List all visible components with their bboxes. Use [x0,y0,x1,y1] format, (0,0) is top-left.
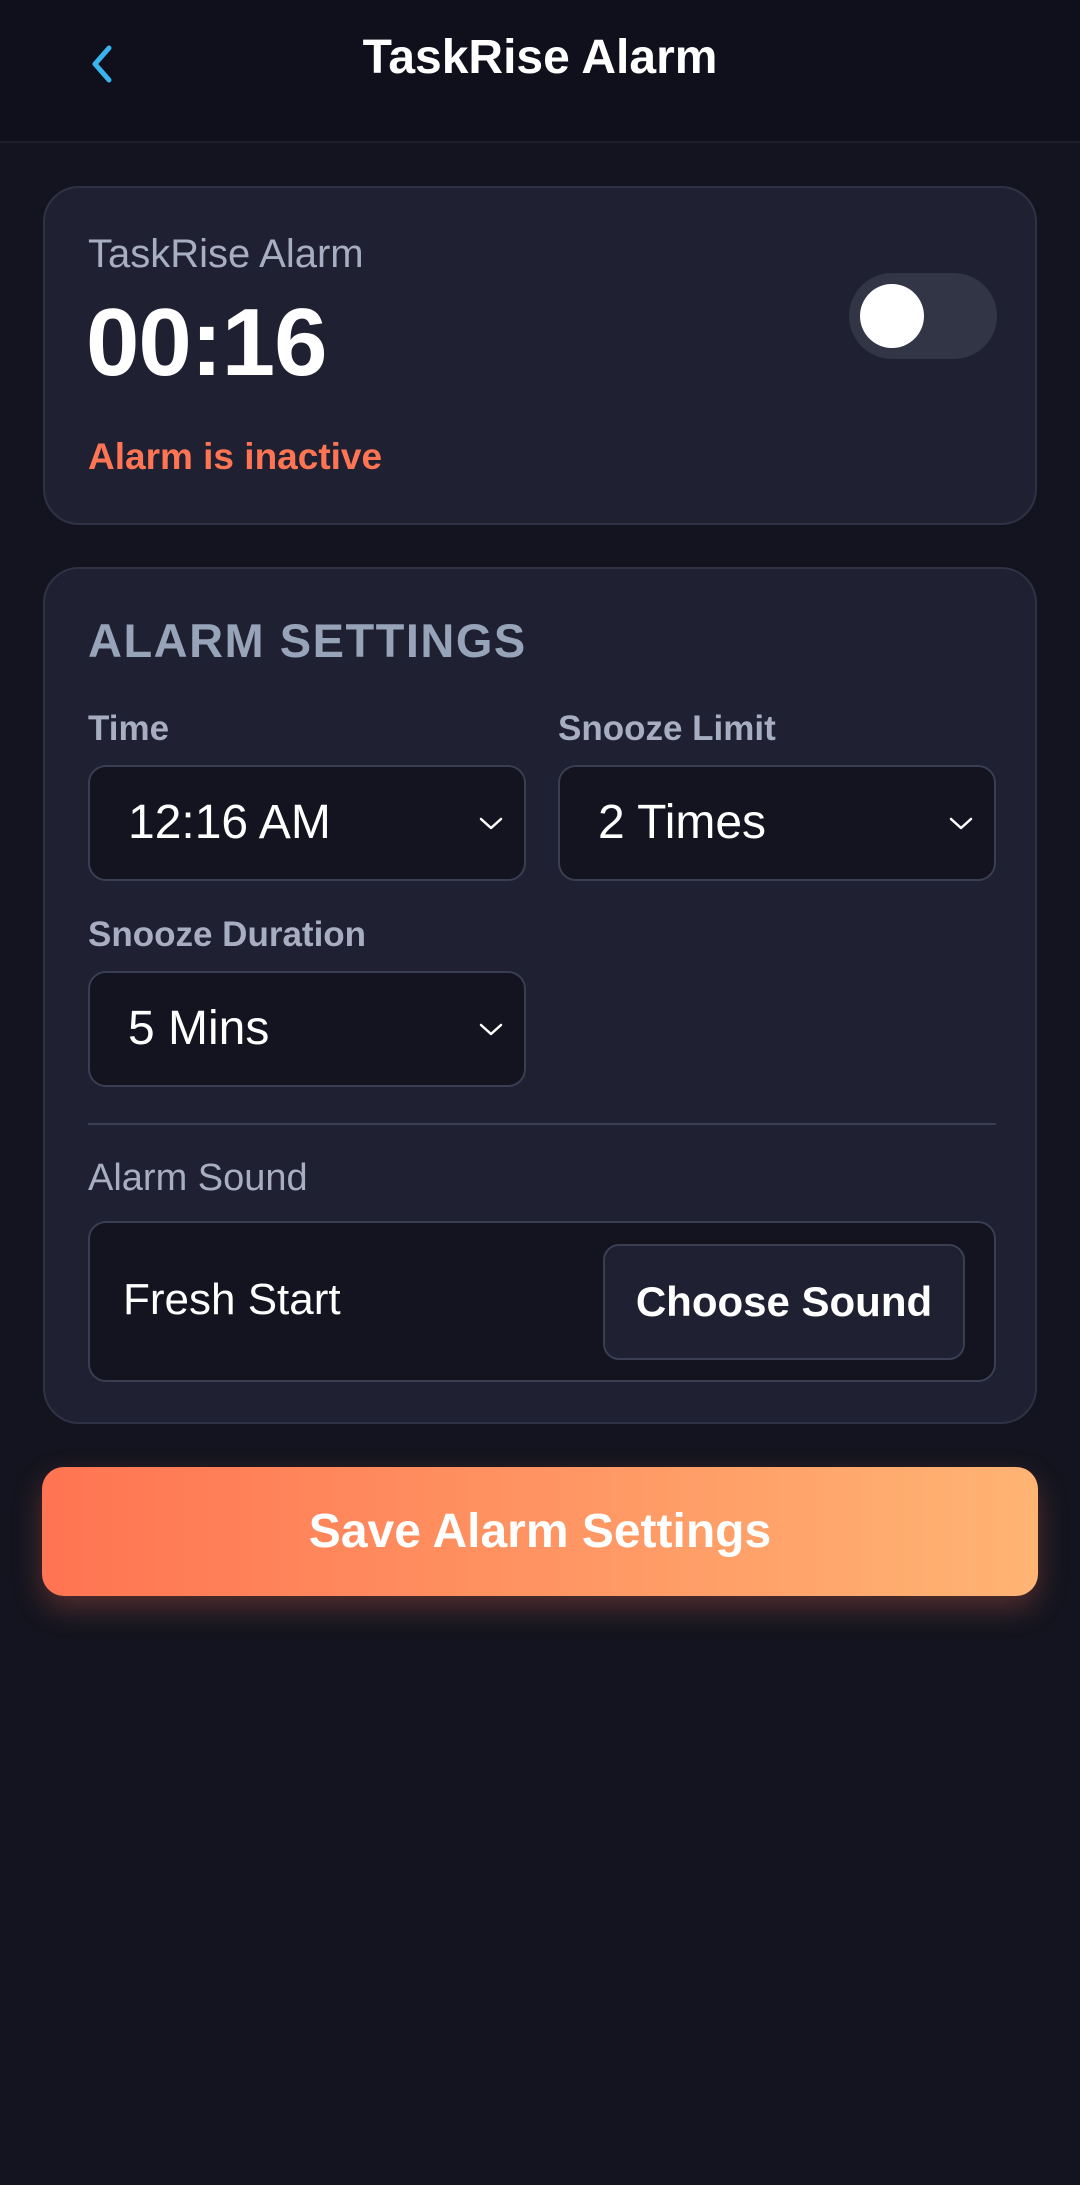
snooze-limit-select[interactable]: 2 Times [558,765,996,881]
alarm-sound-name: Fresh Start [123,1275,341,1324]
toggle-knob [860,284,924,348]
snooze-limit-label: Snooze Limit [558,709,776,748]
alarm-status-card: TaskRise Alarm 00:16 Alarm is inactive [43,186,1037,525]
chevron-down-icon [479,1023,503,1036]
time-value: 12:16 AM [128,796,331,849]
save-alarm-settings-button[interactable]: Save Alarm Settings [42,1467,1038,1596]
alarm-time-display: 00:16 [86,289,328,396]
alarm-sound-label: Alarm Sound [88,1157,308,1199]
snooze-duration-value: 5 Mins [128,1002,270,1055]
snooze-limit-value: 2 Times [598,796,767,849]
choose-sound-button[interactable]: Choose Sound [603,1244,965,1360]
time-label: Time [88,709,170,748]
chevron-down-icon [479,817,503,830]
alarm-name-label: TaskRise Alarm [88,232,364,276]
page-title: TaskRise Alarm [362,31,718,84]
time-select[interactable]: 12:16 AM [88,765,526,881]
alarm-toggle[interactable] [849,273,997,359]
alarm-sound-box: Fresh Start Choose Sound [88,1221,996,1382]
section-divider [88,1123,996,1125]
app-header: TaskRise Alarm [0,0,1080,143]
chevron-down-icon [949,817,973,830]
snooze-duration-select[interactable]: 5 Mins [88,971,526,1087]
alarm-settings-card: ALARM SETTINGS Time 12:16 AM Snooze Limi… [43,567,1037,1424]
snooze-duration-label: Snooze Duration [88,915,367,954]
settings-section-title: ALARM SETTINGS [88,614,527,667]
alarm-status-text: Alarm is inactive [88,436,383,477]
